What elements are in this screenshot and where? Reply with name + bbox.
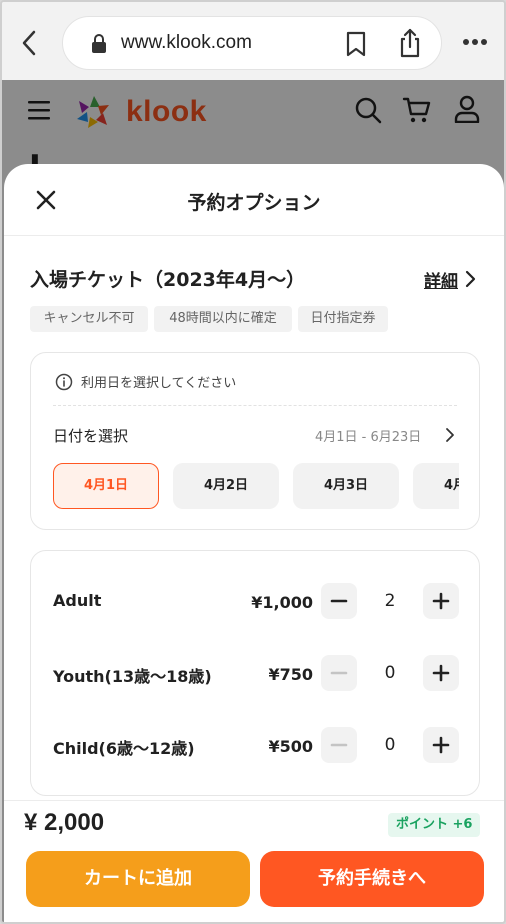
- date-chip[interactable]: 4月3日: [293, 463, 399, 509]
- increase-button[interactable]: [423, 655, 459, 691]
- quantity-value[interactable]: 0: [367, 735, 413, 755]
- total-price: ¥ 2,000: [24, 809, 105, 836]
- date-chip[interactable]: 4月4日: [413, 463, 459, 509]
- url-text: www.klook.com: [121, 32, 252, 53]
- tag-non-cancellable: キャンセル不可: [30, 306, 148, 332]
- bookmark-icon[interactable]: [345, 31, 367, 57]
- booking-options-sheet: 予約オプション 入場チケット（2023年4月〜） 詳細 キャンセル不可 48時間…: [4, 164, 504, 922]
- chevron-right-icon[interactable]: [445, 427, 455, 443]
- sheet-title: 予約オプション: [187, 192, 321, 214]
- phone-frame: www.klook.com klook 予約オプション 入場チケット（2023年…: [0, 0, 506, 924]
- package-title: 入場チケット（2023年4月〜）: [30, 269, 306, 291]
- available-date-range[interactable]: 4月1日 - 6月23日: [315, 426, 421, 445]
- ticket-price: ¥500: [268, 737, 313, 756]
- info-icon: [55, 373, 73, 391]
- quantity-card: Adult ¥1,000 2 Youth(13歳〜18歳) ¥750 0 Chi…: [30, 550, 480, 796]
- ticket-type-label: Adult: [53, 591, 102, 610]
- date-chip[interactable]: 4月2日: [173, 463, 279, 509]
- more-options-icon[interactable]: [462, 38, 488, 46]
- points-badge: ポイント +6: [388, 813, 481, 837]
- select-date-label[interactable]: 日付を選択: [53, 425, 128, 446]
- date-hint-text: 利用日を選択してください: [81, 376, 237, 391]
- decrease-button[interactable]: [321, 583, 357, 619]
- ticket-price: ¥1,000: [251, 593, 313, 612]
- quantity-row-youth: Youth(13歳〜18歳) ¥750 0: [31, 653, 481, 693]
- decrease-button-disabled[interactable]: [321, 727, 357, 763]
- details-link[interactable]: 詳細: [424, 267, 458, 292]
- chevron-right-icon[interactable]: [464, 270, 476, 288]
- increase-button[interactable]: [423, 583, 459, 619]
- checkout-footer: ¥ 2,000 ポイント +6 カートに追加 予約手続きへ: [4, 800, 504, 922]
- browser-toolbar: www.klook.com: [2, 2, 504, 80]
- quantity-value[interactable]: 2: [367, 591, 413, 611]
- quantity-row-adult: Adult ¥1,000 2: [31, 581, 481, 621]
- increase-button[interactable]: [423, 727, 459, 763]
- sheet-header: 予約オプション: [4, 164, 504, 236]
- decrease-button-disabled[interactable]: [321, 655, 357, 691]
- ticket-price: ¥750: [268, 665, 313, 684]
- date-chip-strip[interactable]: 4月1日 4月2日 4月3日 4月4日: [53, 463, 459, 509]
- back-arrow-icon[interactable]: [18, 28, 42, 58]
- ticket-type-label: Youth(13歳〜18歳): [53, 667, 212, 686]
- ticket-type-label: Child(6歳〜12歳): [53, 739, 195, 758]
- book-now-button[interactable]: 予約手続きへ: [260, 851, 484, 907]
- address-bar[interactable]: www.klook.com: [62, 16, 442, 70]
- date-chip-selected[interactable]: 4月1日: [53, 463, 159, 509]
- add-to-cart-button[interactable]: カートに追加: [26, 851, 250, 907]
- divider: [53, 405, 457, 406]
- tag-confirmation-time: 48時間以内に確定: [154, 306, 292, 332]
- date-selection-card: 利用日を選択してください 日付を選択 4月1日 - 6月23日 4月1日 4月2…: [30, 352, 480, 530]
- tag-date-specific: 日付指定券: [298, 306, 388, 332]
- quantity-value[interactable]: 0: [367, 663, 413, 683]
- share-icon[interactable]: [398, 28, 422, 58]
- lock-icon: [92, 34, 106, 53]
- quantity-row-child: Child(6歳〜12歳) ¥500 0: [31, 725, 481, 765]
